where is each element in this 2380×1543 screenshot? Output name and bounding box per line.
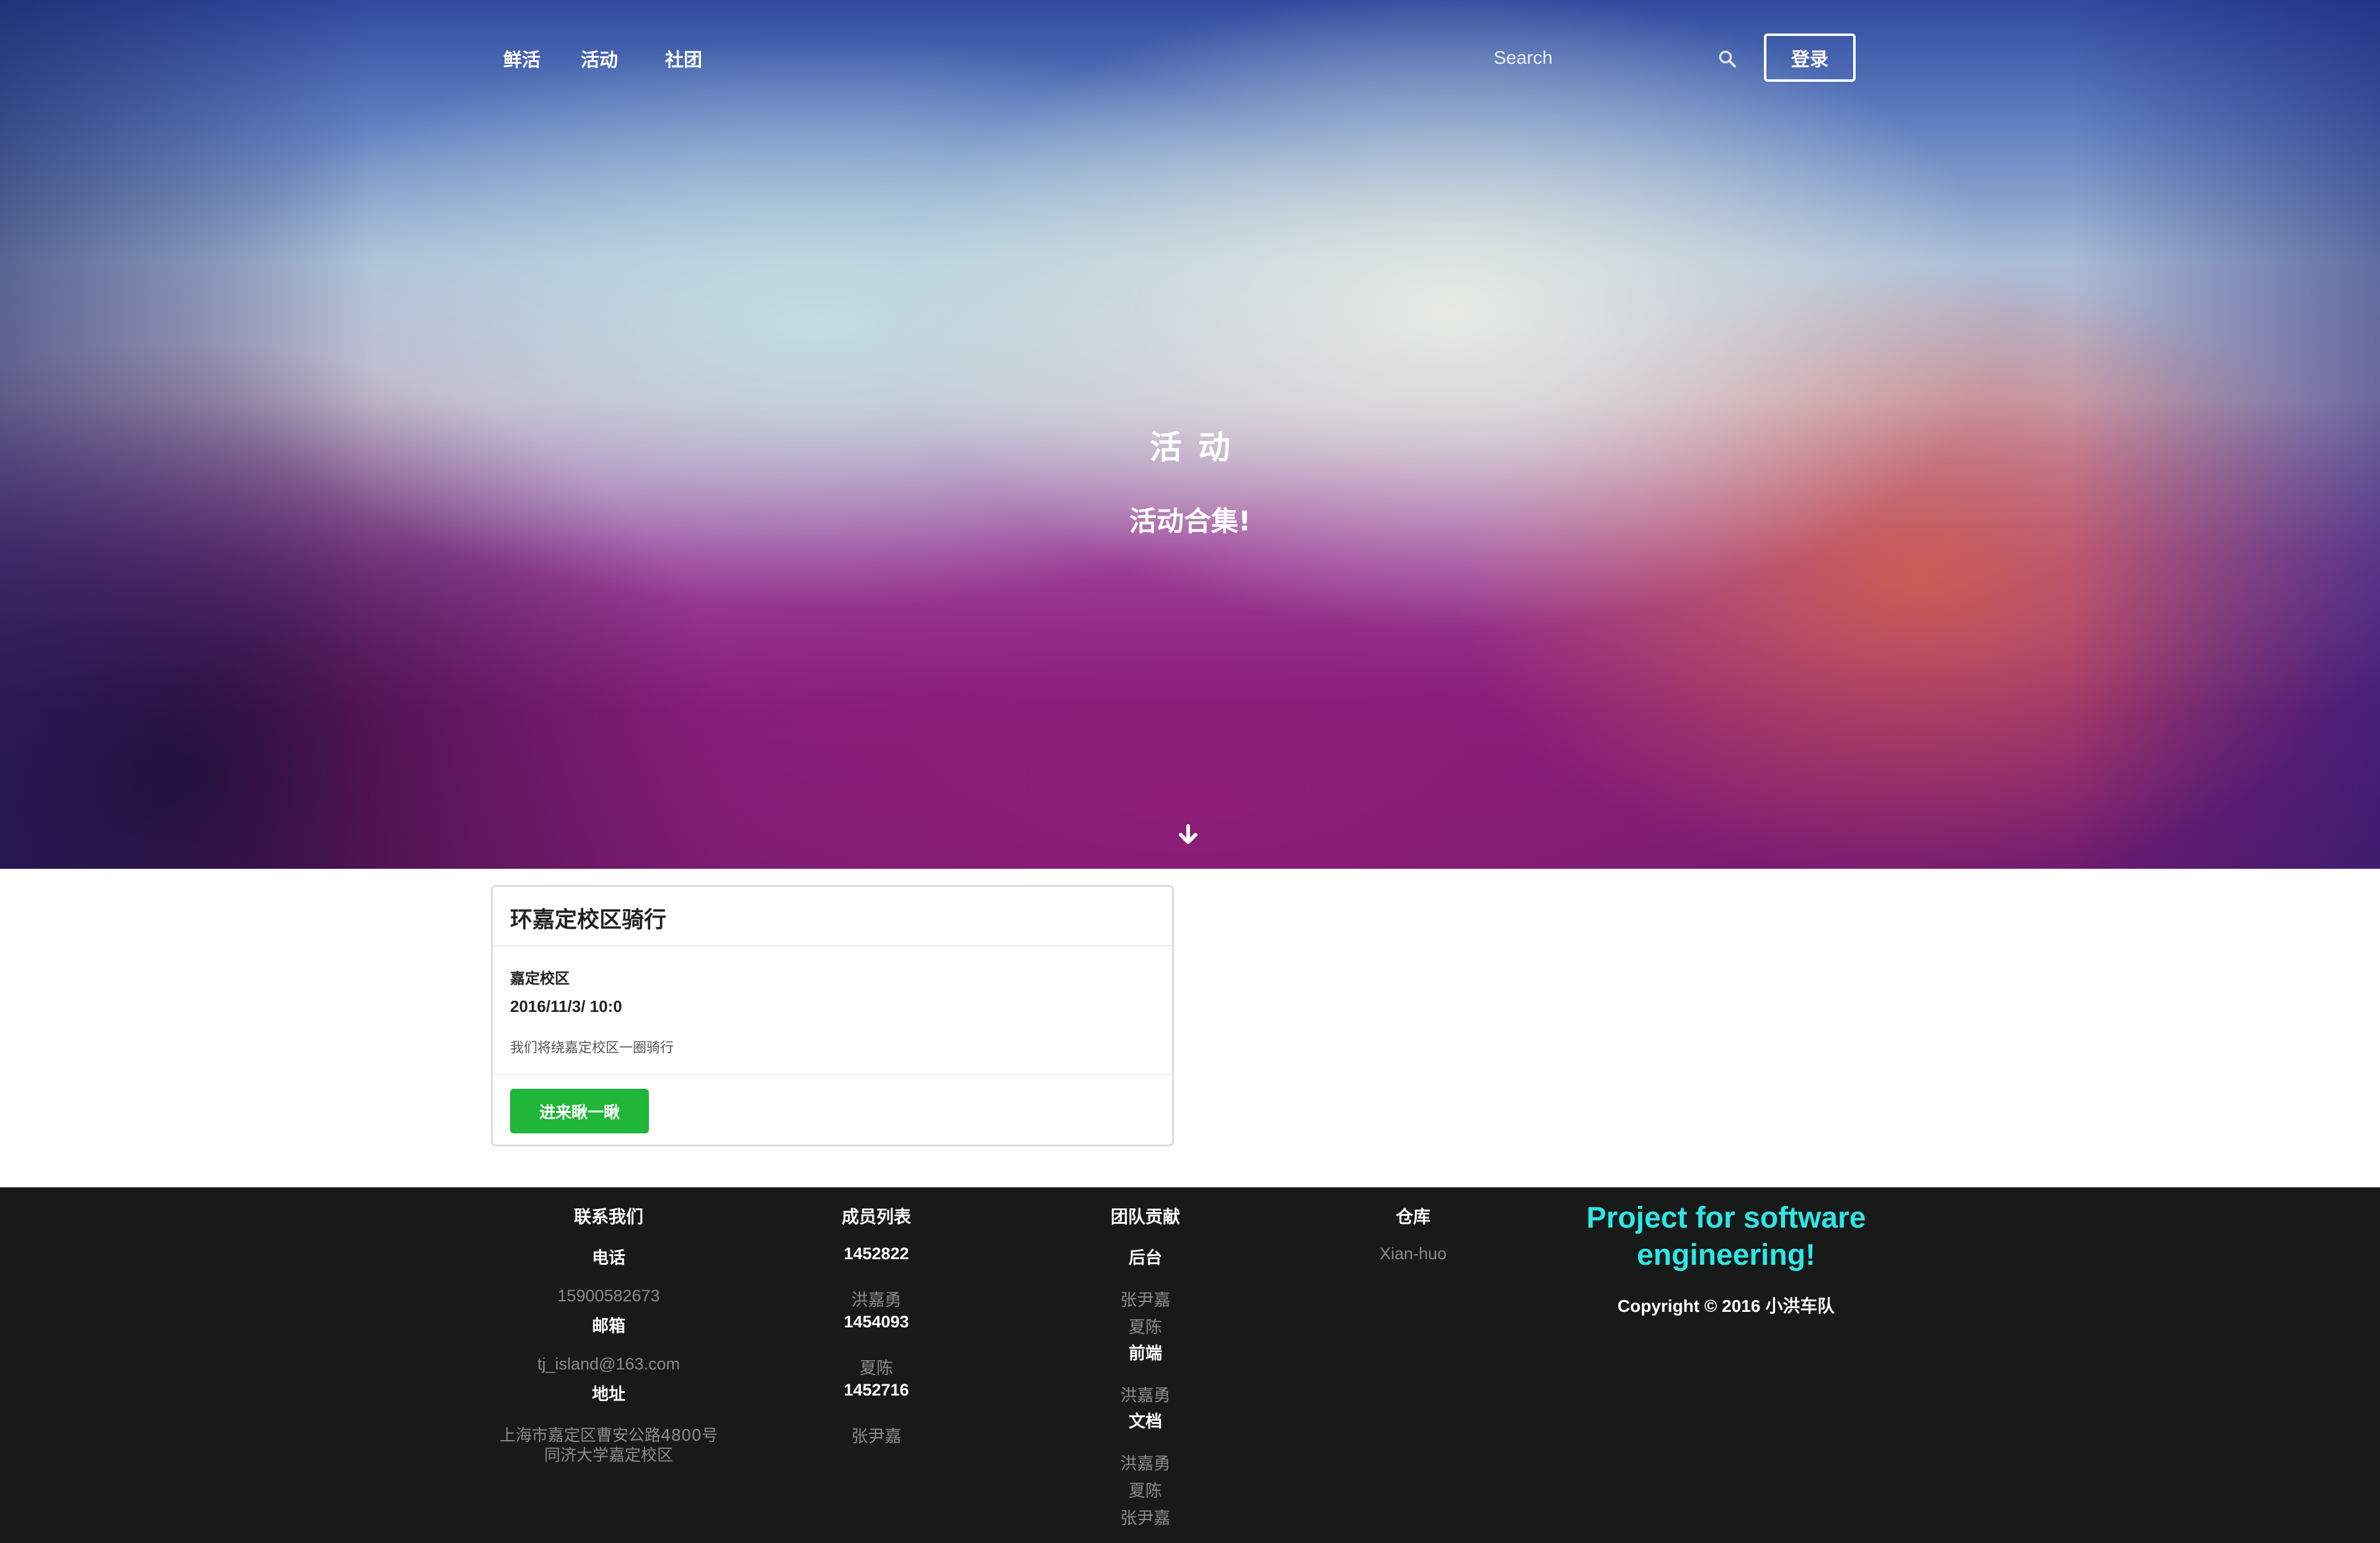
activity-description: 我们将绕嘉定校区一圈骑行	[510, 1040, 674, 1056]
address-line: 同济大学嘉定校区	[544, 1446, 673, 1465]
member-id: 1452716	[844, 1381, 909, 1399]
phone-value: 15900582673	[557, 1286, 660, 1305]
member-id: 1452822	[844, 1244, 909, 1263]
contributor-name: 洪嘉勇	[1120, 1386, 1171, 1405]
activity-campus: 嘉定校区	[510, 970, 570, 987]
hero-gradient-right	[2070, 0, 2380, 869]
project-tagline: Project for software engineering!	[1586, 1202, 1866, 1272]
repo-link[interactable]: Xian-huo	[1277, 1244, 1549, 1264]
member-name: 洪嘉勇	[851, 1291, 902, 1310]
contributor-name: 洪嘉勇	[1120, 1454, 1171, 1474]
contributor-name: 夏陈	[1129, 1482, 1162, 1501]
contribution-group-label: 后台	[1129, 1249, 1162, 1268]
contribution-group-label: 文档	[1129, 1412, 1162, 1431]
copyright-text: Copyright © 2016 小洪车队	[1617, 1296, 1835, 1316]
contributor-name: 张尹嘉	[1120, 1291, 1171, 1310]
arrow-down-icon[interactable]	[1178, 824, 1199, 845]
search-input[interactable]	[1494, 42, 1698, 74]
email-value: tj_island@163.com	[537, 1355, 681, 1373]
site-footer: 联系我们 电话 15900582673 邮箱 tj_island@163.com…	[0, 1187, 2380, 1543]
view-activity-button[interactable]: 进来瞅一瞅	[510, 1089, 649, 1133]
card-divider	[493, 1074, 1172, 1075]
member-name: 张尹嘉	[851, 1427, 902, 1446]
page-subtitle: 活动合集!	[1129, 506, 1251, 537]
search-box	[1488, 38, 1737, 78]
activity-card: 环嘉定校区骑行 嘉定校区 2016/11/3/ 10:0 我们将绕嘉定校区一圈骑…	[491, 885, 1174, 1146]
address-label: 地址	[592, 1385, 625, 1404]
contributor-name: 张尹嘉	[1120, 1509, 1171, 1528]
card-divider	[493, 945, 1172, 946]
member-id: 1454093	[844, 1312, 909, 1331]
email-label: 邮箱	[592, 1317, 625, 1336]
member-name: 夏陈	[860, 1359, 893, 1378]
contact-heading: 联系我们	[573, 1207, 643, 1227]
activity-title: 环嘉定校区骑行	[510, 907, 667, 933]
members-heading: 成员列表	[841, 1207, 911, 1227]
phone-label: 电话	[592, 1249, 625, 1268]
nav-item-xianhuo[interactable]: 鲜活	[503, 45, 540, 72]
nav-item-clubs[interactable]: 社团	[665, 45, 702, 72]
contribution-heading: 团队贡献	[1110, 1207, 1180, 1227]
hero-banner: 鲜活 活动 社团 登录 活动 活动合集!	[0, 0, 2380, 869]
page-title: 活动	[1149, 429, 1246, 467]
search-icon[interactable]	[1718, 50, 1737, 68]
contribution-group-label: 前端	[1129, 1344, 1162, 1363]
repo-heading: 仓库	[1395, 1207, 1430, 1227]
contributor-name: 夏陈	[1129, 1318, 1162, 1337]
login-button[interactable]: 登录	[1764, 33, 1856, 82]
hero-gradient-left	[0, 0, 372, 869]
activity-time: 2016/11/3/ 10:0	[510, 997, 622, 1016]
nav-item-activities[interactable]: 活动	[581, 45, 618, 72]
